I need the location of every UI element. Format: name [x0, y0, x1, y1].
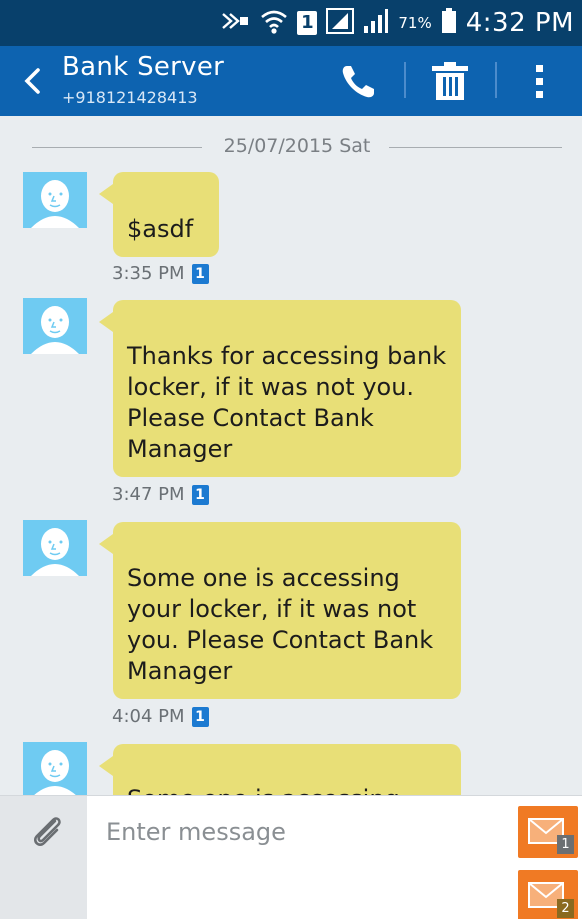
status-icons: 1 71% 4:32 PM: [221, 6, 574, 40]
battery-icon: [441, 8, 457, 38]
wifi-icon: [260, 8, 288, 38]
nfc-icon: [221, 10, 251, 36]
battery-percent: 71%: [398, 14, 432, 32]
avatar-icon[interactable]: [23, 172, 87, 228]
trash-icon[interactable]: [430, 62, 470, 100]
status-bar: 1 71% 4:32 PM: [0, 0, 582, 46]
signal-icon: [326, 8, 355, 38]
date-separator: 25/07/2015 Sat: [32, 132, 562, 162]
chevron-left-icon[interactable]: [20, 66, 46, 96]
send-sim2-button[interactable]: 2: [518, 870, 578, 919]
message-bubble[interactable]: $asdf: [99, 172, 219, 257]
toolbar-divider: [404, 62, 406, 98]
message-text: Thanks for accessing bank locker, if it …: [127, 342, 447, 463]
contact-number: +918121428413: [62, 88, 198, 107]
contact-name[interactable]: Bank Server: [62, 52, 224, 82]
message-input[interactable]: [92, 804, 500, 860]
sim-badge: 2: [557, 899, 574, 918]
message-meta: 3:47 PM 1: [112, 484, 209, 505]
message-time: 3:47 PM: [112, 484, 185, 505]
message-bubble[interactable]: Some one is accessing your locker, if it…: [99, 522, 461, 699]
message-text: Some one is accessing your locker, if it…: [127, 564, 434, 685]
action-bar: Bank Server +918121428413: [0, 46, 582, 116]
send-sim1-button[interactable]: 1: [518, 806, 578, 858]
more-vert-icon[interactable]: [528, 64, 552, 100]
date-label: 25/07/2015 Sat: [223, 135, 371, 157]
sim-badge: 1: [191, 706, 209, 727]
avatar-icon[interactable]: [23, 298, 87, 354]
signal-bars-icon: [363, 8, 389, 38]
sim-icon: 1: [297, 11, 318, 35]
sim-badge: 1: [557, 835, 574, 854]
divider-line: [389, 147, 562, 148]
message-meta: 3:35 PM 1: [112, 263, 209, 284]
toolbar-divider: [495, 62, 497, 98]
message-composer: 1 2: [0, 795, 582, 919]
message-meta: 4:04 PM 1: [112, 706, 209, 727]
avatar-icon[interactable]: [23, 520, 87, 576]
avatar-icon[interactable]: [23, 742, 87, 798]
attach-area[interactable]: [0, 796, 87, 919]
phone-icon[interactable]: [338, 62, 378, 102]
message-time: 4:04 PM: [112, 706, 185, 727]
clock: 4:32 PM: [465, 8, 574, 38]
sim-badge: 1: [191, 263, 209, 284]
message-bubble[interactable]: Thanks for accessing bank locker, if it …: [99, 300, 461, 477]
message-text: $asdf: [127, 215, 194, 243]
message-time: 3:35 PM: [112, 263, 185, 284]
sim-badge: 1: [191, 484, 209, 505]
paperclip-icon[interactable]: [28, 812, 68, 852]
